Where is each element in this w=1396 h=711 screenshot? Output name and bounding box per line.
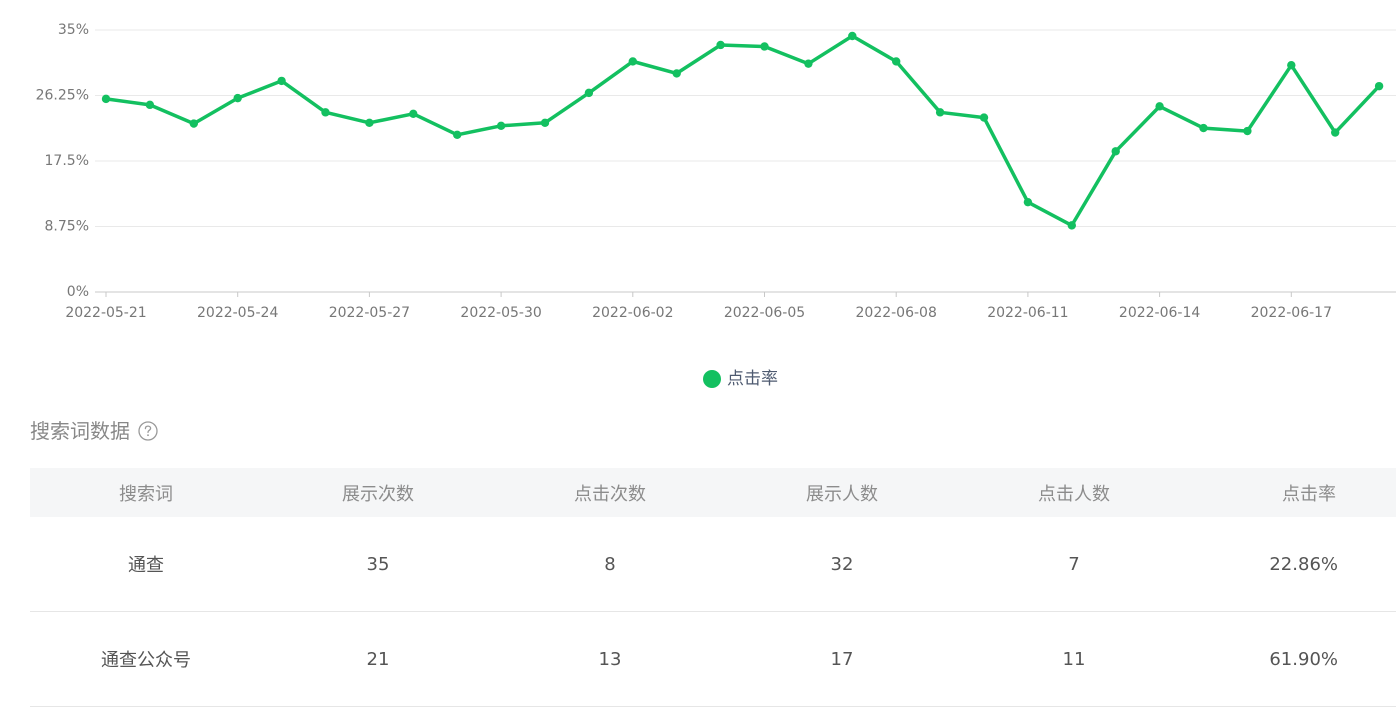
x-tick-label: 2022-06-11 [987, 305, 1068, 321]
data-point [935, 108, 945, 117]
header-clicks: 点击次数 [574, 483, 646, 505]
cell-click-rate: 22.86% [1269, 553, 1338, 575]
cell-click-rate: 61.90% [1269, 648, 1338, 670]
table-row: 通查 35 8 32 7 22.86% [30, 517, 1396, 612]
cell-impression-users: 32 [830, 553, 854, 575]
table-row: 通查公众号 21 13 17 11 61.90% [30, 612, 1396, 707]
data-point [628, 57, 637, 66]
data-point [101, 94, 111, 104]
x-tick-label: 2022-06-02 [592, 305, 673, 321]
data-point [1155, 102, 1164, 111]
section-header: 搜索词数据 [30, 418, 158, 444]
data-point [1331, 128, 1340, 137]
cell-search-term: 通查 [128, 555, 164, 576]
series-line [104, 34, 1381, 228]
y-tick-label: 35% [58, 22, 89, 38]
cell-clicks: 8 [604, 553, 616, 575]
cell-impression-users: 17 [830, 648, 854, 670]
data-point [1243, 126, 1252, 136]
question-circle-icon[interactable] [138, 421, 158, 441]
section-title: 搜索词数据 [30, 419, 130, 443]
cell-click-users: 11 [1062, 648, 1086, 670]
data-point [409, 109, 418, 119]
y-tick-label: 8.75% [45, 219, 89, 235]
data-point [145, 100, 155, 110]
data-point [804, 59, 813, 68]
y-tick-label: 0% [67, 284, 89, 300]
x-tick-label: 2022-06-17 [1251, 305, 1332, 321]
cell-click-users: 7 [1068, 553, 1080, 575]
data-point [1023, 197, 1033, 207]
cell-impressions: 35 [366, 553, 390, 575]
click-rate-line-chart: 0%8.75%17.5%26.25%35% 2022-05-21 2022-05-… [36, 22, 1396, 321]
chart-legend[interactable]: 点击率 [703, 368, 778, 390]
x-tick-label: 2022-06-05 [724, 305, 805, 321]
search-term-table: 搜索词 展示次数 点击次数 展示人数 点击人数 点击率 通查 35 8 32 7… [30, 468, 1396, 707]
data-point [233, 93, 242, 103]
data-point [453, 130, 462, 139]
data-point [1287, 60, 1296, 70]
chart-grid [95, 29, 1396, 293]
x-tick-label: 2022-05-27 [329, 305, 410, 321]
header-search-term: 搜索词 [119, 483, 173, 505]
y-axis-ticks: 0% 8.75% 17.5% 26.25% 35% [36, 22, 89, 300]
data-point [1199, 123, 1208, 133]
header-impression-users: 展示人数 [806, 483, 878, 505]
data-point [365, 118, 374, 128]
data-point [760, 42, 769, 51]
cell-clicks: 13 [598, 648, 622, 670]
series-line-layer [104, 34, 1381, 228]
cell-impressions: 21 [366, 648, 390, 670]
table-header-row: 搜索词 展示次数 点击次数 展示人数 点击人数 点击率 [30, 468, 1396, 517]
header-impressions: 展示次数 [342, 483, 414, 505]
data-point [1067, 221, 1077, 230]
x-tick-label: 2022-05-30 [460, 305, 541, 321]
data-point [540, 118, 550, 128]
data-point [892, 57, 901, 66]
data-point [1374, 81, 1384, 91]
data-point [321, 108, 330, 117]
header-click-rate: 点击率 [1282, 483, 1336, 505]
y-tick-label: 26.25% [36, 88, 89, 104]
data-point [277, 76, 286, 86]
x-tick-label: 2022-06-14 [1119, 305, 1200, 321]
data-point [189, 119, 198, 128]
x-tick-label: 2022-05-21 [65, 305, 146, 321]
data-point [496, 121, 506, 131]
legend-marker [703, 370, 721, 388]
legend-label: 点击率 [727, 369, 778, 389]
data-point [848, 31, 857, 41]
y-tick-label: 17.5% [45, 153, 89, 169]
header-click-users: 点击人数 [1038, 483, 1110, 505]
data-point [672, 69, 681, 78]
x-tick-label: 2022-06-08 [856, 305, 937, 321]
data-point [1111, 147, 1120, 156]
data-point [716, 40, 725, 50]
cell-search-term: 通查公众号 [101, 650, 191, 671]
data-point [979, 113, 989, 122]
x-tick-label: 2022-05-24 [197, 305, 278, 321]
data-point [584, 88, 594, 98]
x-axis-ticks: 2022-05-21 2022-05-24 2022-05-27 2022-05-30… [65, 292, 1332, 321]
series-points-layer [101, 31, 1384, 230]
